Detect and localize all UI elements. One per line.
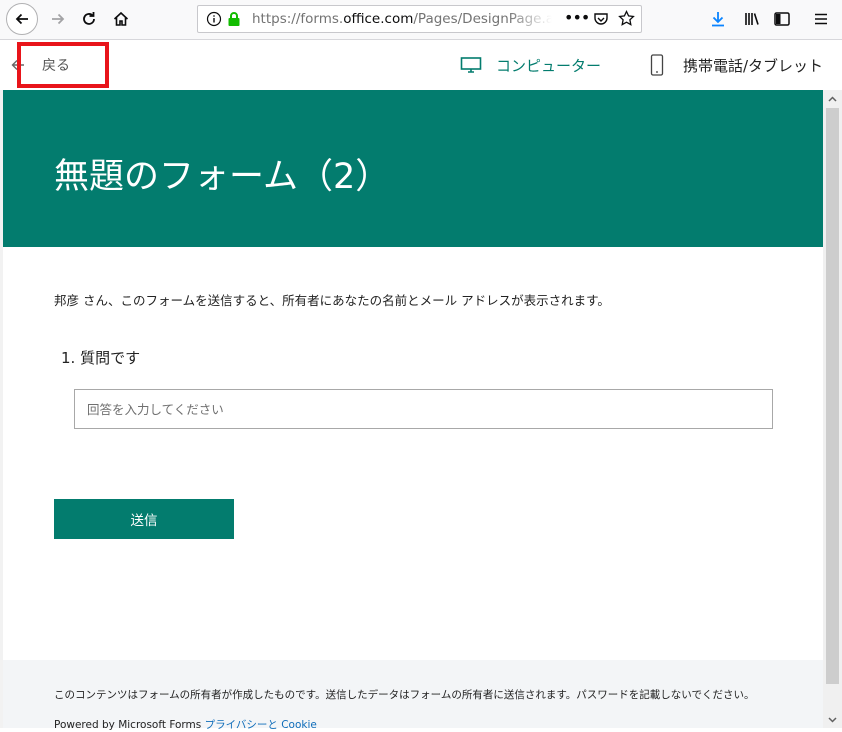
arrow-left-icon (15, 13, 28, 25)
respondent-notice: 邦彦 さん、このフォームを送信すると、所有者にあなたの名前とメール アドレスが表… (54, 293, 610, 308)
url-bar[interactable]: https://forms.office.com/Pages/DesignPag… (197, 5, 642, 33)
question-label: 1. 質問です (61, 349, 141, 367)
form-title: 無題のフォーム（2） (54, 157, 391, 197)
bookmark-star-icon[interactable] (618, 10, 635, 27)
form-footer: このコンテンツはフォームの所有者が作成したものです。送信したデータはフォームの所… (3, 660, 823, 731)
more-actions-icon[interactable]: ••• (564, 10, 590, 28)
answer-input[interactable] (74, 389, 773, 429)
library-button[interactable] (737, 4, 767, 34)
arrow-right-icon (52, 13, 65, 25)
lock-icon (228, 12, 240, 26)
info-icon (206, 11, 222, 27)
footer-powered-by: Powered by Microsoft Forms プライバシーと Cooki… (54, 717, 317, 732)
form-banner: 無題のフォーム（2） (3, 90, 823, 247)
mobile-view-button[interactable]: 携帯電話/タブレット (650, 54, 823, 76)
menu-button[interactable] (806, 4, 836, 34)
form-page: 無題のフォーム（2） 邦彦 さん、このフォームを送信すると、所有者にあなたの名前… (3, 90, 823, 731)
scroll-up-button[interactable] (823, 90, 842, 107)
highlight-box (17, 42, 109, 88)
phone-icon (650, 54, 664, 76)
preview-header: 戻る コンピューター 携帯電話/タブレット (0, 40, 842, 90)
hamburger-menu-icon (815, 13, 827, 25)
monitor-icon (460, 57, 482, 73)
browser-home-button[interactable] (106, 4, 136, 34)
mobile-view-label: 携帯電話/タブレット (683, 56, 824, 75)
sidebar-button[interactable] (767, 4, 797, 34)
chevron-down-icon (828, 716, 837, 723)
url-text: https://forms.office.com/Pages/DesignPag… (252, 11, 552, 27)
browser-toolbar: https://forms.office.com/Pages/DesignPag… (0, 0, 842, 40)
computer-view-label: コンピューター (496, 56, 602, 75)
scroll-down-button[interactable] (823, 711, 842, 728)
sidebar-icon (774, 12, 790, 26)
pocket-icon[interactable] (593, 11, 609, 27)
submit-button[interactable]: 送信 (54, 499, 234, 539)
browser-forward-button[interactable] (43, 4, 73, 34)
download-icon (712, 12, 724, 27)
home-icon (113, 11, 129, 26)
reload-icon (83, 12, 95, 25)
page-scrollbar[interactable] (823, 90, 842, 728)
browser-back-button[interactable] (6, 3, 38, 35)
powered-by-text: Powered by Microsoft Forms (54, 719, 202, 731)
footer-disclaimer: このコンテンツはフォームの所有者が作成したものです。送信したデータはフォームの所… (54, 689, 755, 701)
downloads-button[interactable] (703, 4, 733, 34)
privacy-cookie-link[interactable]: プライバシーと Cookie (205, 719, 317, 731)
chevron-up-icon (828, 95, 837, 102)
library-icon (745, 13, 759, 25)
scroll-thumb[interactable] (826, 108, 839, 684)
computer-view-button[interactable]: コンピューター (460, 54, 601, 76)
browser-reload-button[interactable] (74, 4, 104, 34)
